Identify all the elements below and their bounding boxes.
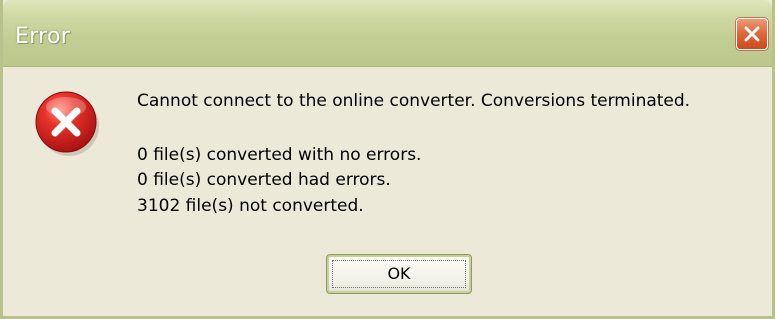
converted-with-errors-text: 0 file(s) converted had errors. (137, 170, 391, 190)
not-converted-text: 3102 file(s) not converted. (137, 196, 364, 216)
dialog-body: Cannot connect to the online converter. … (3, 67, 772, 316)
error-dialog: Error Cannot connect to the online conve… (0, 0, 775, 319)
title-bar[interactable]: Error (3, 0, 772, 67)
converted-no-errors-text: 0 file(s) converted with no errors. (137, 145, 422, 165)
close-icon (744, 26, 760, 42)
ok-button[interactable]: OK (326, 254, 472, 294)
error-message: Cannot connect to the online converter. … (137, 91, 691, 111)
error-icon (35, 91, 99, 156)
window-title: Error (15, 24, 71, 49)
ok-button-label: OK (387, 264, 411, 283)
close-button[interactable] (736, 18, 768, 50)
